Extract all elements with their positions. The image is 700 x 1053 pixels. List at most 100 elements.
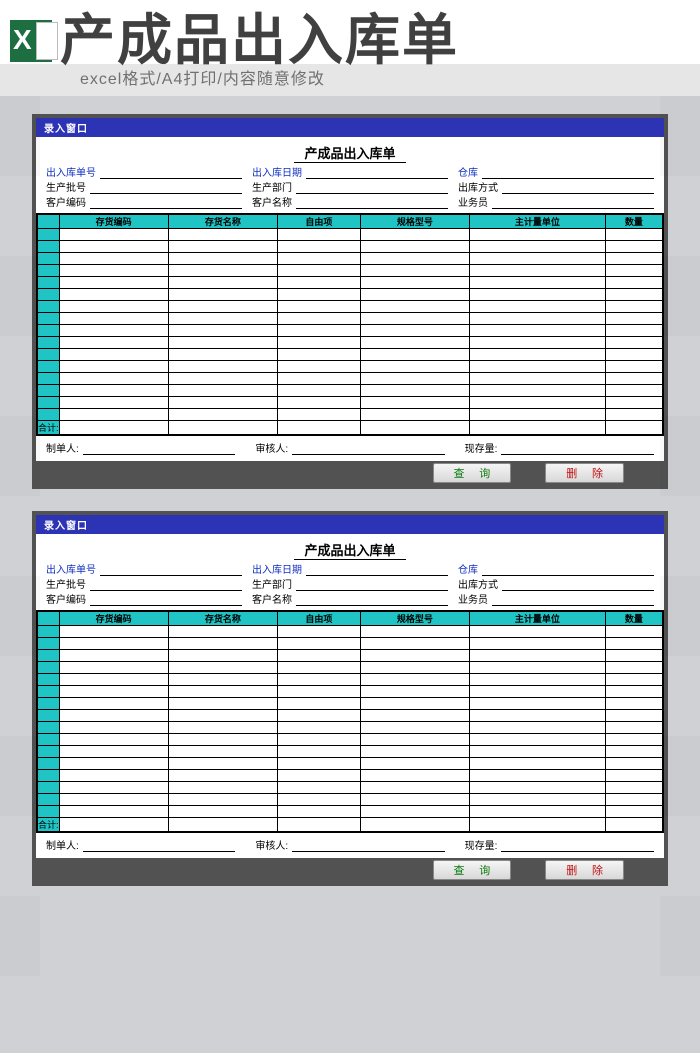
table-row[interactable] bbox=[37, 253, 663, 265]
page-title: 产成品出入库单 bbox=[60, 13, 459, 68]
column-header: 主计量单位 bbox=[470, 214, 606, 229]
delete-button[interactable]: 删 除 bbox=[545, 860, 624, 880]
field-input[interactable] bbox=[306, 565, 448, 576]
field-input[interactable] bbox=[501, 444, 654, 455]
table-row[interactable] bbox=[37, 229, 663, 241]
table-row[interactable] bbox=[37, 758, 663, 770]
data-grid[interactable]: 存货编码存货名称自由项规格型号主计量单位数量 合计: bbox=[36, 610, 664, 833]
total-row: 合计: bbox=[37, 818, 663, 833]
header-field: 出库方式 bbox=[458, 576, 654, 591]
field-label: 出库方式 bbox=[458, 576, 498, 591]
column-header: 数量 bbox=[605, 611, 663, 626]
field-input[interactable] bbox=[492, 595, 654, 606]
window-title: 录入窗口 bbox=[36, 118, 664, 137]
table-row[interactable] bbox=[37, 289, 663, 301]
field-label: 仓库 bbox=[458, 164, 478, 179]
data-grid[interactable]: 存货编码存货名称自由项规格型号主计量单位数量 合计: bbox=[36, 213, 664, 436]
table-row[interactable] bbox=[37, 806, 663, 818]
table-row[interactable] bbox=[37, 770, 663, 782]
field-label: 客户名称 bbox=[252, 591, 292, 606]
field-label: 客户编码 bbox=[46, 194, 86, 209]
field-input[interactable] bbox=[502, 580, 654, 591]
field-input[interactable] bbox=[492, 198, 654, 209]
field-input[interactable] bbox=[306, 168, 448, 179]
table-row[interactable] bbox=[37, 710, 663, 722]
table-row[interactable] bbox=[37, 241, 663, 253]
field-input[interactable] bbox=[100, 168, 242, 179]
table-row[interactable] bbox=[37, 349, 663, 361]
table-row[interactable] bbox=[37, 397, 663, 409]
table-row[interactable] bbox=[37, 782, 663, 794]
table-row[interactable] bbox=[37, 373, 663, 385]
table-row[interactable] bbox=[37, 674, 663, 686]
excel-icon-x: X bbox=[13, 24, 32, 56]
header-field: 业务员 bbox=[458, 194, 654, 209]
total-label: 合计: bbox=[37, 818, 59, 833]
table-row[interactable] bbox=[37, 686, 663, 698]
header-field: 仓库 bbox=[458, 561, 654, 576]
table-row[interactable] bbox=[37, 722, 663, 734]
field-input[interactable] bbox=[83, 841, 236, 852]
table-row[interactable] bbox=[37, 409, 663, 421]
footer-field: 制单人: bbox=[46, 440, 235, 455]
field-input[interactable] bbox=[90, 183, 242, 194]
query-button[interactable]: 查 询 bbox=[433, 463, 512, 483]
banner: X 产成品出入库单 bbox=[0, 0, 700, 64]
table-row[interactable] bbox=[37, 265, 663, 277]
table-row[interactable] bbox=[37, 734, 663, 746]
field-input[interactable] bbox=[501, 841, 654, 852]
query-button[interactable]: 查 询 bbox=[433, 860, 512, 880]
field-label: 生产部门 bbox=[252, 179, 292, 194]
field-input[interactable] bbox=[90, 580, 242, 591]
field-input[interactable] bbox=[83, 444, 236, 455]
column-header: 规格型号 bbox=[360, 611, 469, 626]
header-field: 出库方式 bbox=[458, 179, 654, 194]
table-row[interactable] bbox=[37, 650, 663, 662]
table-row[interactable] bbox=[37, 277, 663, 289]
field-input[interactable] bbox=[90, 595, 242, 606]
column-header: 自由项 bbox=[278, 611, 361, 626]
column-header: 存货编码 bbox=[59, 214, 168, 229]
field-input[interactable] bbox=[502, 183, 654, 194]
table-row[interactable] bbox=[37, 794, 663, 806]
field-input[interactable] bbox=[292, 841, 445, 852]
footer-field: 现存量: bbox=[465, 440, 654, 455]
field-input[interactable] bbox=[100, 565, 242, 576]
header-field: 生产批号 bbox=[46, 576, 242, 591]
field-label: 出入库单号 bbox=[46, 164, 96, 179]
table-row[interactable] bbox=[37, 698, 663, 710]
column-header: 数量 bbox=[605, 214, 663, 229]
header-field: 出入库日期 bbox=[252, 561, 448, 576]
field-input[interactable] bbox=[296, 580, 448, 591]
field-input[interactable] bbox=[482, 565, 654, 576]
field-input[interactable] bbox=[296, 595, 448, 606]
button-bar: 查 询 删 除 bbox=[36, 858, 664, 882]
header-field: 客户名称 bbox=[252, 591, 448, 606]
delete-button[interactable]: 删 除 bbox=[545, 463, 624, 483]
header-field: 业务员 bbox=[458, 591, 654, 606]
table-row[interactable] bbox=[37, 662, 663, 674]
footer-fields: 制单人:审核人:现存量: bbox=[36, 833, 664, 858]
button-bar: 查 询 删 除 bbox=[36, 461, 664, 485]
field-input[interactable] bbox=[296, 198, 448, 209]
field-input[interactable] bbox=[292, 444, 445, 455]
footer-field: 审核人: bbox=[255, 837, 444, 852]
table-row[interactable] bbox=[37, 626, 663, 638]
table-row[interactable] bbox=[37, 301, 663, 313]
table-row[interactable] bbox=[37, 746, 663, 758]
field-label: 出入库日期 bbox=[252, 164, 302, 179]
field-label: 审核人: bbox=[255, 837, 288, 852]
table-row[interactable] bbox=[37, 638, 663, 650]
table-row[interactable] bbox=[37, 325, 663, 337]
field-label: 业务员 bbox=[458, 591, 488, 606]
field-input[interactable] bbox=[296, 183, 448, 194]
header-field: 出入库日期 bbox=[252, 164, 448, 179]
field-label: 仓库 bbox=[458, 561, 478, 576]
table-row[interactable] bbox=[37, 361, 663, 373]
field-input[interactable] bbox=[482, 168, 654, 179]
table-row[interactable] bbox=[37, 385, 663, 397]
table-row[interactable] bbox=[37, 337, 663, 349]
field-label: 出库方式 bbox=[458, 179, 498, 194]
field-input[interactable] bbox=[90, 198, 242, 209]
table-row[interactable] bbox=[37, 313, 663, 325]
